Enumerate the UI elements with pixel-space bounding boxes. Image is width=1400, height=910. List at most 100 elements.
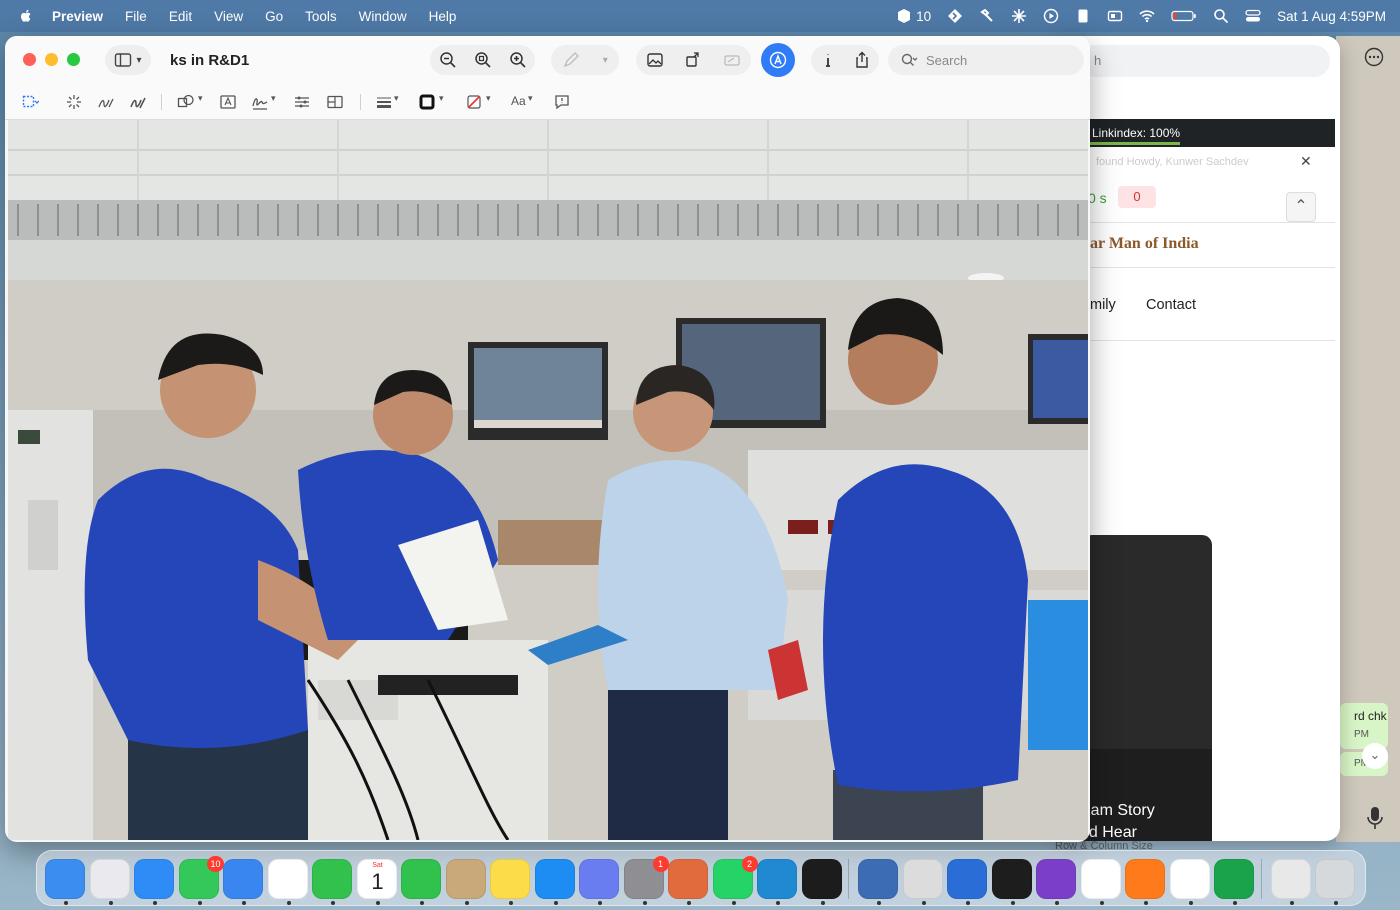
- fill-color-icon[interactable]: [465, 93, 483, 111]
- search-field[interactable]: Search: [888, 45, 1084, 75]
- play-circle-icon[interactable]: [1043, 8, 1059, 24]
- microphone-icon[interactable]: [1366, 806, 1384, 830]
- info-icon[interactable]: [819, 51, 837, 69]
- chevron-up-icon[interactable]: ⌃: [1286, 192, 1316, 222]
- rect-selection-icon[interactable]: [21, 93, 40, 111]
- battery-icon[interactable]: [1171, 8, 1197, 24]
- browser-search-field[interactable]: h: [1080, 45, 1330, 77]
- dock-app-store-icon[interactable]: [534, 859, 575, 905]
- dock-terminal-icon[interactable]: [991, 859, 1032, 905]
- menu-tools[interactable]: Tools: [305, 9, 337, 24]
- dock-running-indicator: [642, 901, 647, 905]
- dock-anthropic-icon[interactable]: [1169, 859, 1210, 905]
- dock-claude-icon[interactable]: [668, 859, 708, 905]
- dock-photos-icon[interactable]: [267, 859, 308, 905]
- annotate-bubble-icon[interactable]: [553, 93, 571, 111]
- menu-file[interactable]: File: [125, 9, 147, 24]
- menu-app-name[interactable]: Preview: [52, 9, 103, 24]
- dock-contacts-icon[interactable]: [445, 859, 486, 905]
- text-box-icon[interactable]: [219, 93, 237, 111]
- dock-launchpad-icon[interactable]: [89, 859, 130, 905]
- rotate-icon[interactable]: [684, 51, 702, 69]
- status-cube-item[interactable]: 10: [896, 8, 931, 24]
- zoom-out-icon[interactable]: [439, 51, 457, 69]
- shapes-chevron-icon[interactable]: ▾: [198, 93, 216, 111]
- markup-button[interactable]: [761, 43, 795, 77]
- control-center-icon[interactable]: [1245, 8, 1261, 24]
- menu-view[interactable]: View: [214, 9, 243, 24]
- dock-cursor-icon[interactable]: [801, 859, 842, 905]
- clipboard-icon[interactable]: [1075, 8, 1091, 24]
- line-style-icon[interactable]: [375, 93, 393, 111]
- wifi-icon[interactable]: [1139, 8, 1155, 24]
- dock-ollama-icon[interactable]: [858, 859, 898, 905]
- menu-go[interactable]: Go: [265, 9, 283, 24]
- instant-alpha-icon[interactable]: [65, 93, 83, 111]
- adjust-color-icon[interactable]: [723, 51, 741, 69]
- dock-running-indicator: [420, 901, 424, 905]
- highlight-chevron-icon[interactable]: ▾: [603, 55, 608, 66]
- dock-vs-code-icon[interactable]: [757, 859, 797, 905]
- dock-whatsapp-icon[interactable]: 2: [712, 856, 758, 905]
- sketch-icon[interactable]: [97, 93, 115, 111]
- dock-iphone-mirroring-icon[interactable]: [579, 859, 619, 905]
- adjust-sliders-icon[interactable]: [293, 93, 311, 111]
- line-style-chevron-icon[interactable]: ▾: [394, 93, 412, 111]
- dock-trash-icon[interactable]: [1315, 859, 1355, 905]
- dock-system-settings-icon[interactable]: 1: [623, 856, 669, 905]
- sidebar-toggle-button[interactable]: ▾: [105, 45, 151, 75]
- dock-chrome-icon[interactable]: [1080, 859, 1121, 905]
- dock-calendar-icon[interactable]: Sat 1: [356, 859, 397, 905]
- share-icon[interactable]: [853, 51, 871, 69]
- fill-color-chevron-icon[interactable]: ▾: [486, 93, 504, 111]
- zoom-fit-icon[interactable]: [474, 51, 492, 69]
- zoom-in-icon[interactable]: [509, 51, 527, 69]
- dock-finder-icon[interactable]: [45, 859, 85, 905]
- menu-help[interactable]: Help: [429, 9, 457, 24]
- hammer-icon[interactable]: [979, 8, 995, 24]
- highlighter-pen-icon[interactable]: [562, 51, 580, 69]
- signature-chevron-icon[interactable]: ▾: [271, 93, 289, 111]
- zoom-window-button[interactable]: [67, 53, 80, 66]
- shapes-icon[interactable]: [177, 93, 195, 111]
- menu-edit[interactable]: Edit: [169, 9, 192, 24]
- nav-contact-link[interactable]: Contact: [1146, 297, 1196, 313]
- dock-github-desktop-icon[interactable]: [1036, 859, 1076, 905]
- text-style-chevron-icon[interactable]: ▾: [528, 93, 546, 111]
- dock-documents-icon[interactable]: [1270, 859, 1311, 905]
- dock-numbers-icon[interactable]: [1214, 859, 1254, 905]
- story-card[interactable]: [1082, 535, 1212, 841]
- dock-phone-icon[interactable]: [401, 859, 441, 905]
- close-icon[interactable]: ✕: [1300, 153, 1312, 170]
- dock-facetime-icon[interactable]: [312, 859, 352, 905]
- dock-xcode-instruments-icon[interactable]: [947, 859, 987, 905]
- border-color-chevron-icon[interactable]: ▾: [439, 93, 457, 111]
- dock-safari-icon[interactable]: [134, 859, 174, 905]
- document-image[interactable]: [8, 120, 1088, 840]
- signature-icon[interactable]: [251, 93, 269, 111]
- diamond-arrows-icon[interactable]: [947, 8, 963, 24]
- text-style-button[interactable]: Aa: [511, 94, 526, 108]
- markup-pen-icon: [769, 51, 787, 69]
- draw-icon[interactable]: [129, 93, 147, 111]
- highlight-controls[interactable]: ▾: [551, 45, 619, 75]
- dock-sublime-text-icon[interactable]: [1125, 859, 1165, 905]
- apple-menu-icon[interactable]: [18, 8, 34, 24]
- adjust-size-icon[interactable]: [326, 93, 344, 111]
- menubar-clock[interactable]: Sat 1 Aug 4:59PM: [1277, 9, 1386, 24]
- dock-utility-icon[interactable]: [902, 859, 943, 905]
- dock-notes-icon[interactable]: [490, 859, 530, 905]
- close-window-button[interactable]: [23, 53, 36, 66]
- dock-messages-icon[interactable]: 10: [178, 856, 224, 905]
- scroll-down-icon[interactable]: ⌄: [1362, 743, 1388, 769]
- minimize-window-button[interactable]: [45, 53, 58, 66]
- spotlight-search-icon[interactable]: [1213, 8, 1229, 24]
- more-options-icon[interactable]: [1364, 47, 1384, 67]
- crop-photo-icon[interactable]: [646, 51, 664, 69]
- nav-family-link[interactable]: mily: [1090, 297, 1116, 313]
- sparkle-icon[interactable]: [1011, 8, 1027, 24]
- card-icon[interactable]: [1107, 8, 1123, 24]
- menu-window[interactable]: Window: [359, 9, 407, 24]
- dock-mail-icon[interactable]: [223, 859, 263, 905]
- border-color-icon[interactable]: [418, 93, 436, 111]
